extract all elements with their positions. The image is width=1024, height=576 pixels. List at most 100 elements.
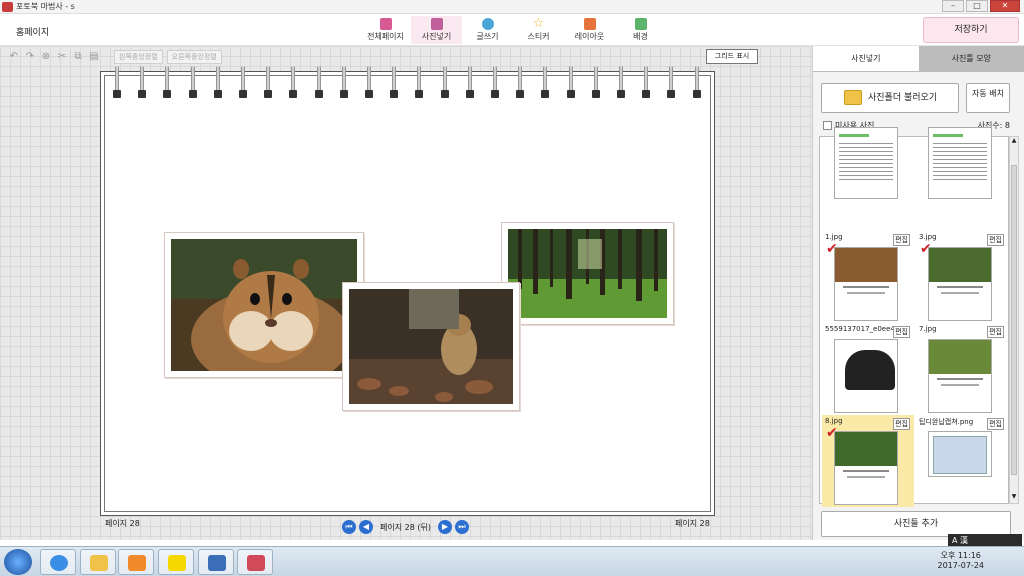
notepad-icon (208, 555, 226, 571)
delete-icon[interactable]: ⊗ (40, 51, 52, 63)
grid-icon (379, 18, 392, 30)
thumbnail-image (928, 127, 992, 199)
binding-ring (113, 66, 121, 98)
binding-ring (415, 66, 424, 98)
copy-icon[interactable]: ⧉ (72, 51, 84, 63)
thumbnail-edit-button[interactable]: 편집 (893, 326, 910, 338)
thumbnail-item[interactable]: 7.jpg 편집 (916, 323, 1008, 415)
thumbnail-item[interactable]: 1.jpg 편집 ✔ (822, 231, 914, 323)
thumbnail-filename: 8.jpg (825, 417, 843, 425)
star-icon: ☆ (532, 16, 545, 31)
spiral-binding (113, 66, 703, 100)
photo-frame-chipmunk[interactable] (164, 232, 364, 378)
check-icon: ✔ (920, 241, 932, 257)
photo-frame-chipmunk-nuts[interactable] (342, 282, 520, 411)
thumbnail-item[interactable]: 팁디완납캡쳐.png 편집 (916, 415, 1008, 507)
photo-panel: 사진넣기 사진틀 모양 사진폴더 불러오기 자동 배치 미사용 사진 사진수: … (812, 46, 1024, 540)
scroll-thumb[interactable] (1011, 165, 1017, 475)
explorer-taskbar-button[interactable] (80, 549, 116, 575)
clock-date: 2017-07-24 (937, 561, 985, 570)
prev-page-button[interactable]: ◀ (359, 520, 373, 534)
load-folder-label: 사진폴더 불러오기 (868, 93, 938, 103)
minimize-button[interactable]: – (942, 0, 964, 12)
binding-ring (617, 66, 625, 98)
thumbnail-edit-button[interactable]: 편집 (987, 326, 1004, 338)
kakaotalk-taskbar-button[interactable] (158, 549, 194, 575)
menu-background[interactable]: 배경 (615, 16, 666, 44)
thumbnail-image (928, 247, 992, 321)
binding-ring (365, 66, 373, 98)
align-left-center-button[interactable]: 왼쪽중앙정렬 (114, 50, 163, 64)
media-player-taskbar-button[interactable] (118, 549, 154, 575)
ie-taskbar-button[interactable] (40, 549, 76, 575)
binding-ring (264, 66, 273, 98)
auto-place-button[interactable]: 자동 배치 (966, 83, 1010, 113)
thumbnail-filename: 1.jpg (825, 233, 843, 241)
thumbnail-edit-button[interactable]: 편집 (987, 418, 1004, 430)
binding-ring (465, 66, 474, 98)
save-button[interactable]: 저장하기 (923, 17, 1019, 43)
speech-bubble-icon (481, 18, 494, 30)
binding-ring (491, 66, 499, 98)
close-button[interactable]: ✕ (990, 0, 1020, 12)
menu-insert-photo[interactable]: 사진넣기 (411, 16, 462, 44)
thumbnail-edit-button[interactable]: 편집 (987, 234, 1004, 246)
next-page-button[interactable]: ▶ (437, 520, 452, 534)
first-page-button[interactable]: ⏮ (342, 520, 356, 534)
binding-ring (314, 66, 323, 98)
thumbnail-image (928, 431, 992, 477)
photobook-taskbar-button[interactable] (237, 549, 273, 575)
thumbnail-edit-button[interactable]: 편집 (893, 234, 910, 246)
ie-icon (50, 555, 68, 571)
align-right-center-button[interactable]: 오른쪽중앙정렬 (166, 50, 222, 64)
menu-sticker[interactable]: ☆ 스티커 (513, 16, 564, 44)
maximize-button[interactable]: □ (966, 0, 988, 12)
notepad-taskbar-button[interactable] (198, 549, 234, 575)
thumbnail-image (834, 431, 898, 505)
menu-all-pages[interactable]: 전체페이지 (360, 16, 411, 44)
album-page (100, 66, 715, 516)
thumbnail-scrollbar[interactable]: ▲ ▼ (1009, 136, 1019, 504)
thumbnail-edit-button[interactable]: 편집 (893, 418, 910, 430)
start-button[interactable] (4, 549, 32, 575)
menu-label: 배경 (633, 32, 648, 41)
cut-icon[interactable]: ✂ (56, 51, 68, 63)
thumbnail-item[interactable] (822, 123, 914, 199)
photo-icon (430, 18, 443, 30)
tab-frame-shape[interactable]: 사진틀 모양 (918, 46, 1024, 72)
clock-time: 오후 11:16 (940, 551, 981, 560)
tab-insert-photo[interactable]: 사진넣기 (813, 46, 919, 72)
thumbnail-image (928, 339, 992, 413)
thumbnail-item[interactable]: 3.jpg 편집 ✔ (916, 231, 1008, 323)
thumbnail-item[interactable]: 8.jpg 편집 ✔ (822, 415, 914, 507)
menu-layout[interactable]: 레이아웃 (564, 16, 615, 44)
menu-label: 레이아웃 (574, 32, 605, 41)
thumbnail-item[interactable]: 5559137017_e0ee4cc 편집 (822, 323, 914, 415)
chipmunk-photo (171, 239, 357, 371)
menu-write-text[interactable]: 글쓰기 (462, 16, 513, 44)
grid-toggle-button[interactable]: 그리드 표시 (706, 49, 758, 64)
folder-icon (844, 90, 862, 105)
top-toolbar: 홈페이지 전체페이지 사진넣기 글쓰기 ☆ 스티커 레이아웃 배경 저장하기 (0, 14, 1024, 46)
main-menu: 전체페이지 사진넣기 글쓰기 ☆ 스티커 레이아웃 배경 (360, 16, 666, 44)
page-navigation: ⏮ ◀ 페이지 28 (뒤) ▶ ⏭ (342, 520, 469, 534)
photo-frame-forest[interactable] (501, 222, 674, 325)
redo-icon[interactable]: ↷ (24, 51, 36, 63)
undo-icon[interactable]: ↶ (8, 51, 20, 63)
scroll-down-icon[interactable]: ▼ (1010, 493, 1018, 503)
thumbnail-filename: 3.jpg (919, 233, 937, 241)
title-bar: 포토북 마법사 - s – □ ✕ (0, 0, 1024, 14)
homepage-link[interactable]: 홈페이지 (16, 25, 49, 38)
layout-icon (583, 18, 596, 30)
paste-icon[interactable]: ▤ (88, 51, 100, 63)
binding-ring (188, 66, 197, 98)
menu-label: 사진넣기 (421, 32, 452, 41)
last-page-button[interactable]: ⏭ (454, 520, 469, 534)
taskbar: 오후 11:16 2017-07-24 (0, 546, 1024, 576)
thumbnail-item[interactable] (916, 123, 1008, 199)
load-folder-button[interactable]: 사진폴더 불러오기 (821, 83, 959, 113)
window-controls: – □ ✕ (942, 0, 1020, 12)
scroll-up-icon[interactable]: ▲ (1010, 137, 1018, 147)
page-indicator: 페이지 28 (뒤) (380, 522, 431, 532)
system-clock[interactable]: 오후 11:16 2017-07-24 (938, 551, 985, 571)
